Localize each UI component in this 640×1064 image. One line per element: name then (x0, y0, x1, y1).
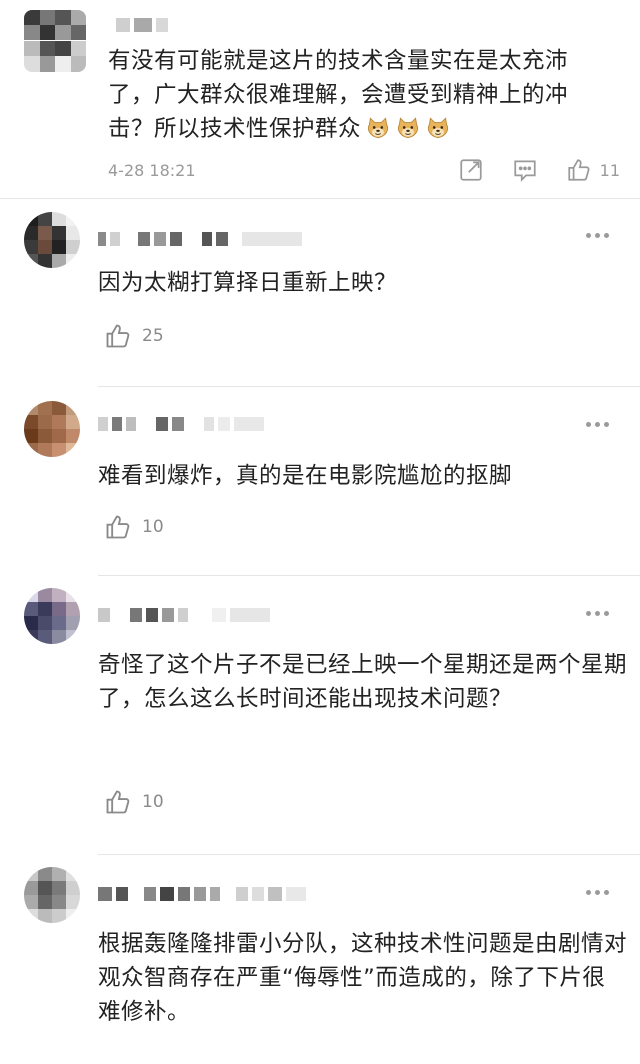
avatar[interactable] (24, 588, 80, 644)
thumbs-up-icon (106, 790, 130, 814)
avatar[interactable] (24, 212, 80, 268)
comment-feed: 有没有可能就是这片的技术含量实在是太充沛了，广大群众很难理解，会遭受到精神上的冲… (0, 0, 640, 1064)
comment-text: 奇怪了这个片子不是已经上映一个星期还是两个星期了，怎么这么长时间还能出现技术问题… (98, 652, 628, 712)
username[interactable] (98, 413, 264, 435)
share-button[interactable] (458, 157, 484, 183)
like-count: 10 (142, 792, 164, 812)
comment-icon (514, 160, 536, 182)
doge-emoji (427, 117, 449, 139)
comment-text: 难看到爆炸，真的是在电影院尴尬的抠脚 (98, 463, 513, 489)
comment-body: 有没有可能就是这片的技术含量实在是太充沛了，广大群众很难理解，会遭受到精神上的冲… (108, 48, 569, 142)
more-options-icon (586, 610, 591, 616)
like-count: 10 (142, 517, 164, 537)
doge-emoji (367, 117, 389, 139)
more-options-button[interactable] (586, 887, 614, 897)
more-options-icon (586, 421, 591, 427)
avatar[interactable] (24, 10, 86, 72)
divider (0, 198, 640, 199)
comment-text: 根据轰隆隆排雷小分队，这种技术性问题是由剧情对观众智商存在严重“侮辱性”而造成的… (98, 931, 628, 1025)
like-button[interactable]: 10 (104, 513, 164, 541)
username[interactable] (116, 14, 168, 36)
avatar[interactable] (24, 401, 80, 457)
thumbs-up-icon (568, 159, 590, 181)
like-button[interactable]: 10 (104, 788, 164, 816)
more-options-button[interactable] (586, 230, 614, 240)
like-button[interactable]: 25 (104, 322, 164, 350)
username[interactable] (98, 604, 270, 626)
comment-item: 奇怪了这个片子不是已经上映一个星期还是两个星期了，怎么这么长时间还能出现技术问题… (0, 576, 640, 854)
emoji-group (361, 116, 451, 142)
comment-meta: 4-28 18:21 11 (108, 156, 620, 184)
username[interactable] (98, 228, 302, 250)
comment-text: 有没有可能就是这片的技术含量实在是太充沛了，广大群众很难理解，会遭受到精神上的冲… (108, 44, 608, 146)
comment-item: 难看到爆炸，真的是在电影院尴尬的抠脚 10 (0, 387, 640, 575)
more-options-button[interactable] (586, 608, 614, 618)
doge-emoji (397, 117, 419, 139)
avatar[interactable] (24, 867, 80, 923)
like-count: 25 (142, 326, 164, 346)
more-options-icon (586, 889, 591, 895)
comment-item: 根据轰隆隆排雷小分队，这种技术性问题是由剧情对观众智商存在严重“侮辱性”而造成的… (0, 855, 640, 1064)
thumbs-up-icon (106, 324, 130, 348)
comment-item: 因为太糊打算择日重新上映？ 25 (0, 200, 640, 386)
timestamp: 4-28 18:21 (108, 160, 196, 180)
thumbs-up-icon (106, 515, 130, 539)
comment-text: 因为太糊打算择日重新上映？ (98, 270, 398, 296)
username[interactable] (98, 883, 306, 905)
like-button[interactable]: 11 (566, 157, 620, 183)
like-count: 11 (599, 160, 620, 180)
share-icon (460, 159, 482, 181)
more-options-button[interactable] (586, 419, 614, 429)
more-options-icon (586, 232, 591, 238)
reply-button[interactable] (512, 157, 538, 183)
comment-item: 有没有可能就是这片的技术含量实在是太充沛了，广大群众很难理解，会遭受到精神上的冲… (0, 0, 640, 200)
